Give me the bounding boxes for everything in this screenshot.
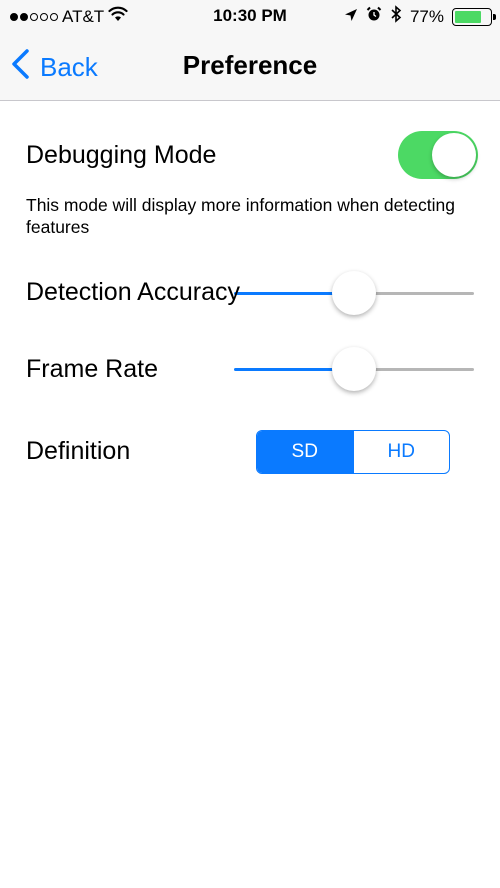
slider-thumb[interactable]	[332, 347, 376, 391]
definition-label: Definition	[26, 437, 131, 465]
battery-fill	[455, 10, 482, 23]
debugging-mode-toggle[interactable]	[398, 131, 478, 179]
debugging-mode-label: Debugging Mode	[26, 141, 217, 169]
definition-segmented-control: SD HD	[256, 430, 450, 474]
debugging-mode-description: This mode will display more information …	[26, 195, 455, 237]
bluetooth-icon	[390, 5, 402, 28]
battery-icon	[452, 7, 496, 26]
frame-rate-label: Frame Rate	[26, 355, 158, 383]
location-icon	[344, 7, 358, 27]
page-title: Preference	[182, 50, 318, 80]
frame-rate-slider[interactable]	[234, 347, 474, 391]
definition-option-hd[interactable]: HD	[352, 431, 450, 473]
toggle-knob	[432, 133, 476, 177]
navigation-header: AT&T 10:30 PM 77% Back Preference	[0, 0, 500, 101]
status-right: 77%	[344, 5, 496, 28]
definition-option-sd[interactable]: SD	[257, 431, 353, 473]
detection-accuracy-label: Detection Accuracy	[26, 278, 240, 306]
battery-percent: 77%	[409, 6, 444, 26]
detection-accuracy-slider[interactable]	[234, 271, 474, 315]
alarm-icon	[366, 6, 382, 27]
preference-screen: AT&T 10:30 PM 77% Back Preference Debugg…	[0, 0, 500, 888]
slider-thumb[interactable]	[332, 271, 376, 315]
status-bar: AT&T 10:30 PM 77%	[0, 0, 500, 34]
battery-nub	[493, 13, 496, 20]
